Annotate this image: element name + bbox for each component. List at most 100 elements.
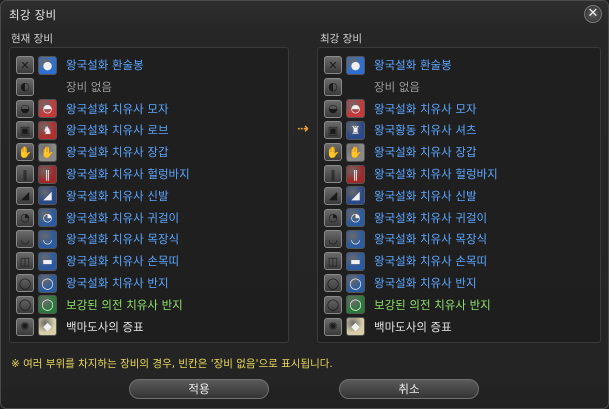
legs-icon: ‖ [324, 165, 342, 183]
gear-name: 왕국설화 치유사 로브 [66, 123, 169, 138]
gear-name: 왕국설화 치유사 장갑 [66, 145, 169, 160]
gear-row[interactable]: ◯ ◯ 왕국설화 치유사 반지 [16, 272, 169, 294]
legs-icon: ‖ [16, 165, 34, 183]
gloves-icon: ✋ [38, 142, 57, 162]
gear-name: 장비 없음 [66, 79, 112, 94]
soul-crystal-icon: ◆ [346, 317, 365, 337]
bracelet-icon: ▬ [38, 251, 57, 271]
gear-name: 백마도사의 증표 [374, 319, 452, 334]
empty-icon [346, 77, 365, 96]
hands-icon: ✋ [324, 143, 342, 162]
gear-row[interactable]: ◔ ◔ 왕국설화 치유사 귀걸이 [324, 207, 487, 229]
head-icon: ◒ [324, 99, 342, 118]
gear-row[interactable]: ▣ ♞ 왕국설화 치유사 로브 [16, 119, 169, 141]
gear-name: 왕국설화 치유사 신발 [66, 188, 169, 203]
empty-icon [38, 77, 57, 96]
gear-row[interactable]: ◒ ◓ 왕국설화 치유사 모자 [324, 98, 477, 120]
gear-name: 보강된 의전 치유사 반지 [374, 297, 491, 312]
gear-name: 왕국설화 치유사 장갑 [374, 145, 477, 160]
apply-button[interactable]: 적용 [129, 379, 269, 399]
gear-name: 보강된 의전 치유사 반지 [66, 297, 183, 312]
cancel-button[interactable]: 취소 [339, 379, 479, 399]
gear-row[interactable]: ◯ ◯ 왕국설화 치유사 반지 [324, 272, 477, 294]
wrist-icon: ◫ [16, 252, 34, 271]
head-icon: ◒ [16, 99, 34, 118]
gear-row[interactable]: ◢ ◢ 왕국설화 치유사 신발 [324, 185, 477, 207]
hat-icon: ◓ [346, 99, 365, 119]
necklace-icon: ◡ [38, 229, 57, 249]
ring-item-icon: ◯ [38, 295, 57, 315]
pants-icon: ‖ [346, 164, 365, 184]
body-icon: ▣ [16, 121, 34, 140]
hat-icon: ◓ [38, 99, 57, 119]
gear-name: 왕국설화 치유사 신발 [374, 188, 477, 203]
feet-icon: ◢ [16, 186, 34, 205]
gear-row[interactable]: ◫ ▬ 왕국설화 치유사 손목띠 [324, 250, 487, 272]
gear-row[interactable]: ▣ ♜ 왕국황동 치유사 셔츠 [324, 119, 477, 141]
gear-name: 왕국설화 치유사 귀걸이 [66, 210, 180, 225]
best-gear-list: ✕ ● 왕국설화 환술봉 ◐ 장비 없음 ◒ ◓ 왕국설화 치유사 모자 ▣ ♜ 왕국황동 치유사 … [317, 47, 601, 343]
gear-name: 왕국설화 치유사 귀걸이 [374, 210, 488, 225]
gear-name: 왕국설화 치유사 반지 [374, 276, 477, 290]
gear-name: 왕국설화 치유사 손목띠 [66, 254, 180, 269]
current-gear-list: ✕ ● 왕국설화 환술봉 ◐ 장비 없음 ◒ ◓ 왕국설화 치유사 모자 ▣ ♞ 왕국설화 치유사 … [9, 47, 289, 343]
current-gear-header: 현재 장비 [11, 33, 53, 45]
ring-item-icon: ◯ [346, 295, 365, 315]
gear-row[interactable]: ◐ 장비 없음 [16, 76, 112, 98]
robe-icon: ♞ [38, 120, 57, 140]
gear-row[interactable]: ◯ ◯ 보강된 의전 치유사 반지 [324, 294, 491, 316]
gear-name: 왕국설화 치유사 모자 [374, 101, 477, 116]
gear-row[interactable]: ‖ ‖ 왕국설화 치유사 헐렁바지 [324, 163, 498, 185]
best-gear-header: 최강 장비 [320, 33, 362, 45]
gear-row[interactable]: ✋ ✋ 왕국설화 치유사 장갑 [16, 141, 169, 163]
hands-icon: ✋ [16, 143, 34, 162]
staff-icon: ● [38, 55, 57, 75]
soul-crystal-slot-icon: ✺ [16, 317, 34, 336]
gear-name: 왕국설화 치유사 반지 [66, 276, 169, 290]
gear-row[interactable]: ◫ ▬ 왕국설화 치유사 손목띠 [16, 250, 179, 272]
gear-name: 왕국설화 치유사 목장식 [374, 232, 488, 247]
close-icon[interactable]: ✕ [584, 5, 602, 23]
gloves-icon: ✋ [346, 142, 365, 162]
shield-icon: ◐ [324, 77, 342, 96]
wrist-icon: ◫ [324, 252, 342, 271]
gear-row[interactable]: ◐ 장비 없음 [324, 76, 420, 98]
changed-slot-arrow-icon: ⇢ [297, 121, 309, 137]
soul-crystal-icon: ◆ [38, 317, 57, 337]
gear-name: 백마도사의 증표 [66, 319, 144, 334]
gear-row[interactable]: ◡ ◡ 왕국설화 치유사 목장식 [324, 228, 487, 250]
boots-icon: ◢ [38, 186, 57, 206]
ring-item-icon: ◯ [38, 273, 57, 293]
ring-icon: ◯ [16, 295, 34, 314]
gear-row[interactable]: ◯ ◯ 보강된 의전 치유사 반지 [16, 294, 183, 316]
ring-icon: ◯ [16, 274, 34, 292]
boots-icon: ◢ [346, 186, 365, 206]
gear-row[interactable]: ✕ ● 왕국설화 환술봉 [16, 54, 144, 76]
gear-name: 왕국설화 치유사 헐렁바지 [374, 167, 498, 181]
gear-name: 왕국설화 치유사 목장식 [66, 232, 180, 247]
gear-row[interactable]: ✺ ◆ 백마도사의 증표 [16, 316, 144, 338]
gear-row[interactable]: ✋ ✋ 왕국설화 치유사 장갑 [324, 141, 477, 163]
staff-icon: ● [346, 55, 365, 75]
body-icon: ▣ [324, 121, 342, 140]
feet-icon: ◢ [324, 186, 342, 205]
gear-row[interactable]: ◢ ◢ 왕국설화 치유사 신발 [16, 185, 169, 207]
gear-name: 왕국설화 치유사 손목띠 [374, 254, 488, 269]
gear-row[interactable]: ✕ ● 왕국설화 환술봉 [324, 54, 452, 76]
soul-crystal-slot-icon: ✺ [324, 317, 342, 336]
necklace-icon: ◡ [346, 229, 365, 249]
shirt-icon: ♜ [346, 120, 365, 140]
window-title: 최강 장비 [9, 8, 57, 22]
ear-icon: ◔ [324, 208, 342, 227]
gear-row[interactable]: ‖ ‖ 왕국설화 치유사 헐렁바지 [16, 163, 190, 185]
earring-icon: ◔ [38, 208, 57, 228]
gear-row[interactable]: ◒ ◓ 왕국설화 치유사 모자 [16, 98, 169, 120]
gear-row[interactable]: ◔ ◔ 왕국설화 치유사 귀걸이 [16, 207, 179, 229]
gear-row[interactable]: ◡ ◡ 왕국설화 치유사 목장식 [16, 228, 179, 250]
bracelet-icon: ▬ [346, 251, 365, 271]
gear-name: 왕국황동 치유사 셔츠 [374, 123, 477, 138]
ring-icon: ◯ [324, 274, 342, 292]
gear-name: 왕국설화 환술봉 [66, 58, 144, 72]
gear-row[interactable]: ✺ ◆ 백마도사의 증표 [324, 316, 452, 338]
earring-icon: ◔ [346, 208, 365, 228]
